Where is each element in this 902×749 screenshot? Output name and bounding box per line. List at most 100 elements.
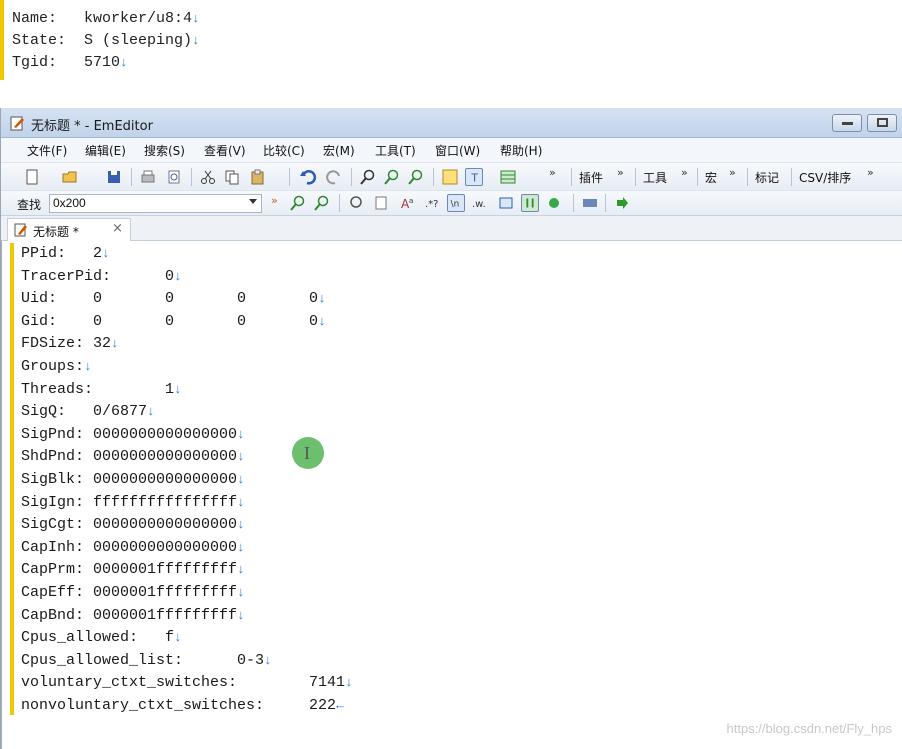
- bookmark-icon[interactable]: [581, 194, 599, 212]
- find-input[interactable]: 0x200: [49, 194, 262, 213]
- toolbar-separator: [605, 194, 606, 212]
- eol-marker: ↓: [318, 313, 326, 329]
- toolbar-separator: [433, 168, 434, 186]
- tab-untitled[interactable]: 无标题 * ×: [7, 218, 131, 241]
- find-next-icon[interactable]: [313, 194, 331, 212]
- toolbar-separator: [635, 168, 636, 186]
- copy-icon[interactable]: [223, 168, 241, 186]
- svg-text:.w.: .w.: [472, 199, 486, 210]
- redo-icon[interactable]: [325, 168, 343, 186]
- menu-window[interactable]: 窗口(W): [435, 142, 480, 159]
- editor-line: Cpus_allowed_list: 0-3↓: [21, 651, 272, 669]
- find-toolbar: 查找 0x200 » Aa .*? \n .w.: [1, 190, 902, 216]
- escape-sequence-icon[interactable]: \n: [447, 194, 465, 212]
- editor-content[interactable]: PPid: 2↓ TracerPid: 0↓ Uid: 0 0 0 0↓ Gid…: [21, 243, 353, 717]
- find-in-selection-icon[interactable]: [497, 194, 515, 212]
- toolbar-separator: [791, 168, 792, 186]
- find-dropdown-arrow-icon[interactable]: [249, 199, 257, 204]
- regex-icon[interactable]: .*?: [423, 194, 441, 212]
- find-label: 查找: [17, 198, 42, 212]
- modified-lines-marker: [10, 243, 14, 715]
- toolbar-separator: [191, 168, 192, 186]
- menu-file[interactable]: 文件(F): [27, 142, 67, 159]
- undo-icon[interactable]: [299, 168, 317, 186]
- highlight-icon[interactable]: [441, 168, 459, 186]
- menu-view[interactable]: 查看(V): [204, 142, 246, 159]
- toolbar-overflow[interactable]: »: [867, 166, 874, 179]
- toolbar-overflow[interactable]: »: [681, 166, 688, 179]
- toolbar-overflow[interactable]: »: [729, 166, 736, 179]
- eol-marker: ↓: [318, 291, 326, 307]
- menu-compare[interactable]: 比较(C): [263, 142, 305, 159]
- editor-line: CapEff: 0000001fffffffff↓: [21, 583, 245, 601]
- editor-line: Groups:↓: [21, 357, 92, 375]
- editor-line: CapPrm: 0000001fffffffff↓: [21, 561, 245, 579]
- wrap-toggle-icon[interactable]: T: [465, 168, 483, 186]
- eol-marker: ↓: [264, 652, 272, 668]
- minimize-button[interactable]: [832, 114, 862, 132]
- print-icon[interactable]: [139, 168, 157, 186]
- editor-line: Cpus_allowed: f↓: [21, 629, 182, 647]
- eol-marker: ↓: [111, 336, 119, 352]
- match-case-icon[interactable]: Aa: [399, 194, 417, 212]
- find-options-icon[interactable]: »: [271, 194, 278, 207]
- paste-icon[interactable]: [249, 168, 267, 186]
- editor-line: CapBnd: 0000001fffffffff↓: [21, 606, 245, 624]
- columns-icon[interactable]: [499, 168, 517, 186]
- highlight-matches-icon[interactable]: [545, 194, 563, 212]
- eol-marker: ↓: [237, 449, 245, 465]
- menu-macro[interactable]: 宏(M): [323, 142, 355, 159]
- main-toolbar: T » 插件 » 工具 » 宏 » 标记 CSV/排序 »: [1, 162, 902, 190]
- toolbar-separator: [131, 168, 132, 186]
- document-tab-bar: 无标题 * ×: [1, 216, 902, 241]
- eol-marker: ↓: [174, 630, 182, 646]
- open-folder-icon[interactable]: [61, 168, 79, 186]
- tab-close-icon[interactable]: ×: [112, 221, 123, 236]
- eol-marker: ↓: [120, 55, 128, 70]
- menu-bar: 文件(F) 编辑(E) 搜索(S) 查看(V) 比较(C) 宏(M) 工具(T)…: [1, 138, 902, 162]
- emeditor-window: 无标题 * - EmEditor 文件(F) 编辑(E) 搜索(S) 查看(V)…: [0, 108, 902, 749]
- macro-toolbar-label[interactable]: 宏: [705, 169, 717, 186]
- new-file-icon[interactable]: [23, 168, 41, 186]
- replace-icon[interactable]: [373, 194, 391, 212]
- editor-line: voluntary_ctxt_switches: 7141↓: [21, 674, 353, 692]
- eol-marker: ↓: [237, 584, 245, 600]
- snippet-line: State: S (sleeping)↓: [12, 32, 200, 49]
- mark-toolbar-label[interactable]: 标记: [755, 169, 779, 186]
- incremental-search-icon[interactable]: [521, 194, 539, 212]
- editor-line: Uid: 0 0 0 0↓: [21, 290, 326, 308]
- svg-text:T: T: [470, 171, 478, 184]
- toolbar-separator: [573, 194, 574, 212]
- toolbar-overflow[interactable]: »: [617, 166, 624, 179]
- menu-help[interactable]: 帮助(H): [500, 142, 542, 159]
- text-editor[interactable]: PPid: 2↓ TracerPid: 0↓ Uid: 0 0 0 0↓ Gid…: [1, 241, 902, 749]
- find-icon[interactable]: [359, 168, 377, 186]
- menu-search[interactable]: 搜索(S): [144, 142, 185, 159]
- save-icon[interactable]: [105, 168, 123, 186]
- menu-edit[interactable]: 编辑(E): [85, 142, 126, 159]
- csv-sort-toolbar-label[interactable]: CSV/排序: [799, 169, 851, 186]
- title-bar[interactable]: 无标题 * - EmEditor: [1, 108, 902, 138]
- print-preview-icon[interactable]: [165, 168, 183, 186]
- menu-tools[interactable]: 工具(T): [375, 142, 416, 159]
- watermark: https://blog.csdn.net/Fly_hps: [726, 721, 892, 736]
- restore-button[interactable]: [867, 114, 897, 132]
- cut-icon[interactable]: [199, 168, 217, 186]
- eol-marker: ↓: [174, 381, 182, 397]
- find-next-icon[interactable]: [407, 168, 425, 186]
- editor-line: SigIgn: ffffffffffffffff↓: [21, 493, 245, 511]
- next-bookmark-icon[interactable]: [613, 194, 631, 212]
- top-snippet: Name: kworker/u8:4↓ State: S (sleeping)↓…: [0, 0, 200, 80]
- snippet-line: Name: kworker/u8:4↓: [12, 10, 200, 27]
- search-highlight-icon[interactable]: [347, 194, 365, 212]
- tools-toolbar-label[interactable]: 工具: [643, 169, 667, 186]
- eol-marker: ↓: [174, 268, 182, 284]
- toolbar-overflow[interactable]: »: [549, 166, 556, 179]
- eol-marker: ←: [336, 697, 344, 713]
- document-icon: [14, 223, 27, 237]
- tab-label: 无标题 *: [33, 225, 79, 239]
- find-prev-icon[interactable]: [383, 168, 401, 186]
- plugins-toolbar-label[interactable]: 插件: [579, 169, 603, 186]
- whole-word-icon[interactable]: .w.: [471, 194, 489, 212]
- find-prev-icon[interactable]: [289, 194, 307, 212]
